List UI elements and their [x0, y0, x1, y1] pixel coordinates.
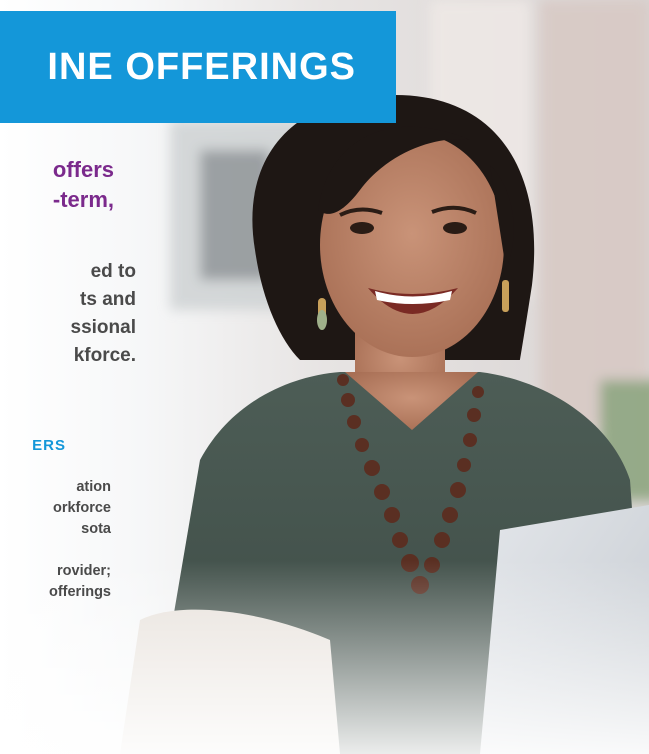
- bullet-line: orkforce: [52, 500, 111, 516]
- bullet-line: offerings: [48, 584, 111, 600]
- bullet-line: rovider;: [57, 563, 111, 579]
- page: INE OFFERINGS offers -term, ed to ts and…: [0, 0, 649, 754]
- description-line: ssional: [70, 317, 136, 338]
- intro-line: offers: [52, 157, 114, 182]
- page-title: INE OFFERINGS: [47, 45, 356, 88]
- bullet-list: ation orkforce sota rovider; offerings: [0, 477, 111, 603]
- bullet-line: sota: [81, 521, 111, 537]
- description-text: ed to ts and ssional kforce.: [0, 258, 136, 370]
- intro-line: -term,: [52, 187, 114, 212]
- intro-text: offers -term,: [0, 155, 114, 215]
- description-line: ed to: [90, 261, 136, 282]
- description-line: kforce.: [73, 345, 136, 366]
- bullet-line: ation: [76, 479, 111, 495]
- title-banner: INE OFFERINGS: [0, 11, 396, 123]
- description-line: ts and: [80, 289, 136, 310]
- section-heading: ERS: [32, 437, 66, 454]
